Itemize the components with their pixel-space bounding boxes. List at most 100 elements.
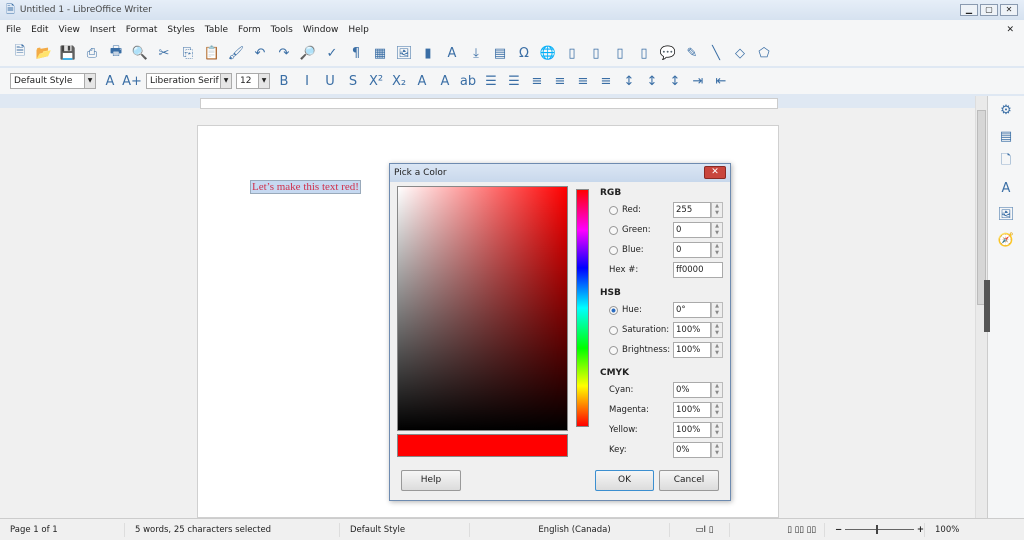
gallery-icon[interactable]: 🖼 bbox=[996, 204, 1016, 224]
menu-styles[interactable]: Styles bbox=[167, 25, 194, 35]
hex-input[interactable]: ff0000 bbox=[673, 262, 723, 278]
blue-spinner[interactable]: ▲ ▼ bbox=[711, 242, 723, 258]
comment-icon[interactable]: 💬 bbox=[658, 43, 678, 63]
magenta-input[interactable]: 100% bbox=[673, 402, 711, 418]
help-button[interactable]: Help bbox=[401, 470, 461, 491]
spacing-decrease-icon[interactable]: ↕ bbox=[665, 71, 685, 91]
key-spinner[interactable]: ▲ ▼ bbox=[711, 442, 723, 458]
zoom-in-button[interactable]: + bbox=[917, 523, 924, 537]
bullets-icon[interactable]: ☰ bbox=[481, 71, 501, 91]
insert-textbox-icon[interactable]: A bbox=[442, 43, 462, 63]
dialog-close-button[interactable]: ✕ bbox=[704, 166, 726, 179]
formatting-marks-icon[interactable]: ¶ bbox=[346, 43, 366, 63]
saturation-spinner[interactable]: ▲ ▼ bbox=[711, 322, 723, 338]
page-break-icon[interactable]: ⤓ bbox=[466, 43, 486, 63]
print-preview-icon[interactable]: 🔍 bbox=[130, 43, 150, 63]
menu-file[interactable]: File bbox=[6, 25, 21, 35]
open-icon[interactable]: 📂 bbox=[34, 43, 54, 63]
menu-form[interactable]: Form bbox=[238, 25, 261, 35]
ok-button[interactable]: OK bbox=[595, 470, 654, 491]
hue-slider[interactable] bbox=[576, 189, 589, 427]
maximize-button[interactable]: ▢ bbox=[980, 4, 998, 16]
sidebar-collapse-handle[interactable] bbox=[984, 280, 990, 332]
spellcheck-icon[interactable]: ✓ bbox=[322, 43, 342, 63]
menu-insert[interactable]: Insert bbox=[90, 25, 116, 35]
font-name-select[interactable]: Liberation Serif ▼ bbox=[146, 73, 232, 89]
close-window-button[interactable]: ✕ bbox=[1000, 4, 1018, 16]
styles-icon[interactable]: ▤ bbox=[996, 126, 1016, 146]
font-size-select[interactable]: 12 ▼ bbox=[236, 73, 270, 89]
hue-spinner[interactable]: ▲ ▼ bbox=[711, 302, 723, 318]
menu-tools[interactable]: Tools bbox=[271, 25, 293, 35]
cut-icon[interactable]: ✂ bbox=[154, 43, 174, 63]
clone-formatting-icon[interactable]: 🖌 bbox=[226, 43, 246, 63]
menu-window[interactable]: Window bbox=[303, 25, 339, 35]
clear-formatting-icon[interactable]: A bbox=[412, 71, 432, 91]
color-field[interactable] bbox=[397, 186, 568, 431]
find-replace-icon[interactable]: 🔎 bbox=[298, 43, 318, 63]
redo-icon[interactable]: ↷ bbox=[274, 43, 294, 63]
font-color-icon[interactable]: A bbox=[435, 71, 455, 91]
navigator-icon[interactable]: 🧭 bbox=[996, 230, 1016, 250]
properties-icon[interactable]: ⚙ bbox=[996, 100, 1016, 120]
bold-icon[interactable]: B bbox=[274, 71, 294, 91]
magenta-spinner[interactable]: ▲ ▼ bbox=[711, 402, 723, 418]
indent-increase-icon[interactable]: ⇥ bbox=[688, 71, 708, 91]
yellow-spinner[interactable]: ▲ ▼ bbox=[711, 422, 723, 438]
numbering-icon[interactable]: ☰ bbox=[504, 71, 524, 91]
new-style-icon[interactable]: A+ bbox=[122, 71, 142, 91]
hyperlink-icon[interactable]: 🌐 bbox=[538, 43, 558, 63]
zoom-level[interactable]: 100% bbox=[925, 523, 959, 537]
paragraph-spacing-icon[interactable]: ↕ bbox=[642, 71, 662, 91]
superscript-icon[interactable]: X² bbox=[366, 71, 386, 91]
language-status[interactable]: English (Canada) bbox=[470, 522, 670, 537]
special-character-icon[interactable]: Ω bbox=[514, 43, 534, 63]
print-icon[interactable]: 🖶 bbox=[106, 43, 126, 63]
green-spinner[interactable]: ▲ ▼ bbox=[711, 222, 723, 238]
draw-functions-icon[interactable]: ⬠ bbox=[754, 43, 774, 63]
insert-chart-icon[interactable]: ▮ bbox=[418, 43, 438, 63]
styles-fonts-icon[interactable]: A bbox=[996, 178, 1016, 198]
cross-reference-icon[interactable]: ▯ bbox=[634, 43, 654, 63]
insert-image-icon[interactable]: 🖼 bbox=[394, 43, 414, 63]
paste-icon[interactable]: 📋 bbox=[202, 43, 222, 63]
page-count[interactable]: Page 1 of 1 bbox=[0, 522, 125, 537]
align-left-icon[interactable]: ≡ bbox=[527, 71, 547, 91]
save-icon[interactable]: 💾 bbox=[58, 43, 78, 63]
basic-shapes-icon[interactable]: ◇ bbox=[730, 43, 750, 63]
minimize-button[interactable]: ▁ bbox=[960, 4, 978, 16]
selected-text[interactable]: Let’s make this text red! bbox=[250, 180, 361, 194]
insert-field-icon[interactable]: ▤ bbox=[490, 43, 510, 63]
export-pdf-icon[interactable]: ⎙ bbox=[82, 43, 102, 63]
horizontal-ruler[interactable] bbox=[200, 98, 778, 109]
strikethrough-icon[interactable]: S bbox=[343, 71, 363, 91]
page-icon[interactable]: 🗋 bbox=[996, 152, 1016, 172]
align-right-icon[interactable]: ≡ bbox=[573, 71, 593, 91]
word-count[interactable]: 5 words, 25 characters selected bbox=[125, 522, 340, 537]
undo-icon[interactable]: ↶ bbox=[250, 43, 270, 63]
underline-icon[interactable]: U bbox=[320, 71, 340, 91]
update-style-icon[interactable]: A bbox=[100, 71, 120, 91]
saturation-input[interactable]: 100% bbox=[673, 322, 711, 338]
subscript-icon[interactable]: X₂ bbox=[389, 71, 409, 91]
footnote-icon[interactable]: ▯ bbox=[562, 43, 582, 63]
new-document-icon[interactable]: 🗎 bbox=[10, 43, 30, 63]
key-input[interactable]: 0% bbox=[673, 442, 711, 458]
blue-input[interactable]: 0 bbox=[673, 242, 711, 258]
endnote-icon[interactable]: ▯ bbox=[586, 43, 606, 63]
paragraph-style-select[interactable]: Default Style ▼ bbox=[10, 73, 96, 89]
green-input[interactable]: 0 bbox=[673, 222, 711, 238]
cancel-button[interactable]: Cancel bbox=[659, 470, 719, 491]
line-icon[interactable]: ╲ bbox=[706, 43, 726, 63]
menu-table[interactable]: Table bbox=[205, 25, 228, 35]
menu-help[interactable]: Help bbox=[348, 25, 369, 35]
scrollbar-thumb[interactable] bbox=[977, 110, 986, 305]
align-center-icon[interactable]: ≡ bbox=[550, 71, 570, 91]
cyan-spinner[interactable]: ▲ ▼ bbox=[711, 382, 723, 398]
bookmark-icon[interactable]: ▯ bbox=[610, 43, 630, 63]
indent-decrease-icon[interactable]: ⇤ bbox=[711, 71, 731, 91]
hue-input[interactable]: 0° bbox=[673, 302, 711, 318]
zoom-slider[interactable]: − + bbox=[825, 522, 925, 537]
justify-icon[interactable]: ≡ bbox=[596, 71, 616, 91]
menu-edit[interactable]: Edit bbox=[31, 25, 48, 35]
